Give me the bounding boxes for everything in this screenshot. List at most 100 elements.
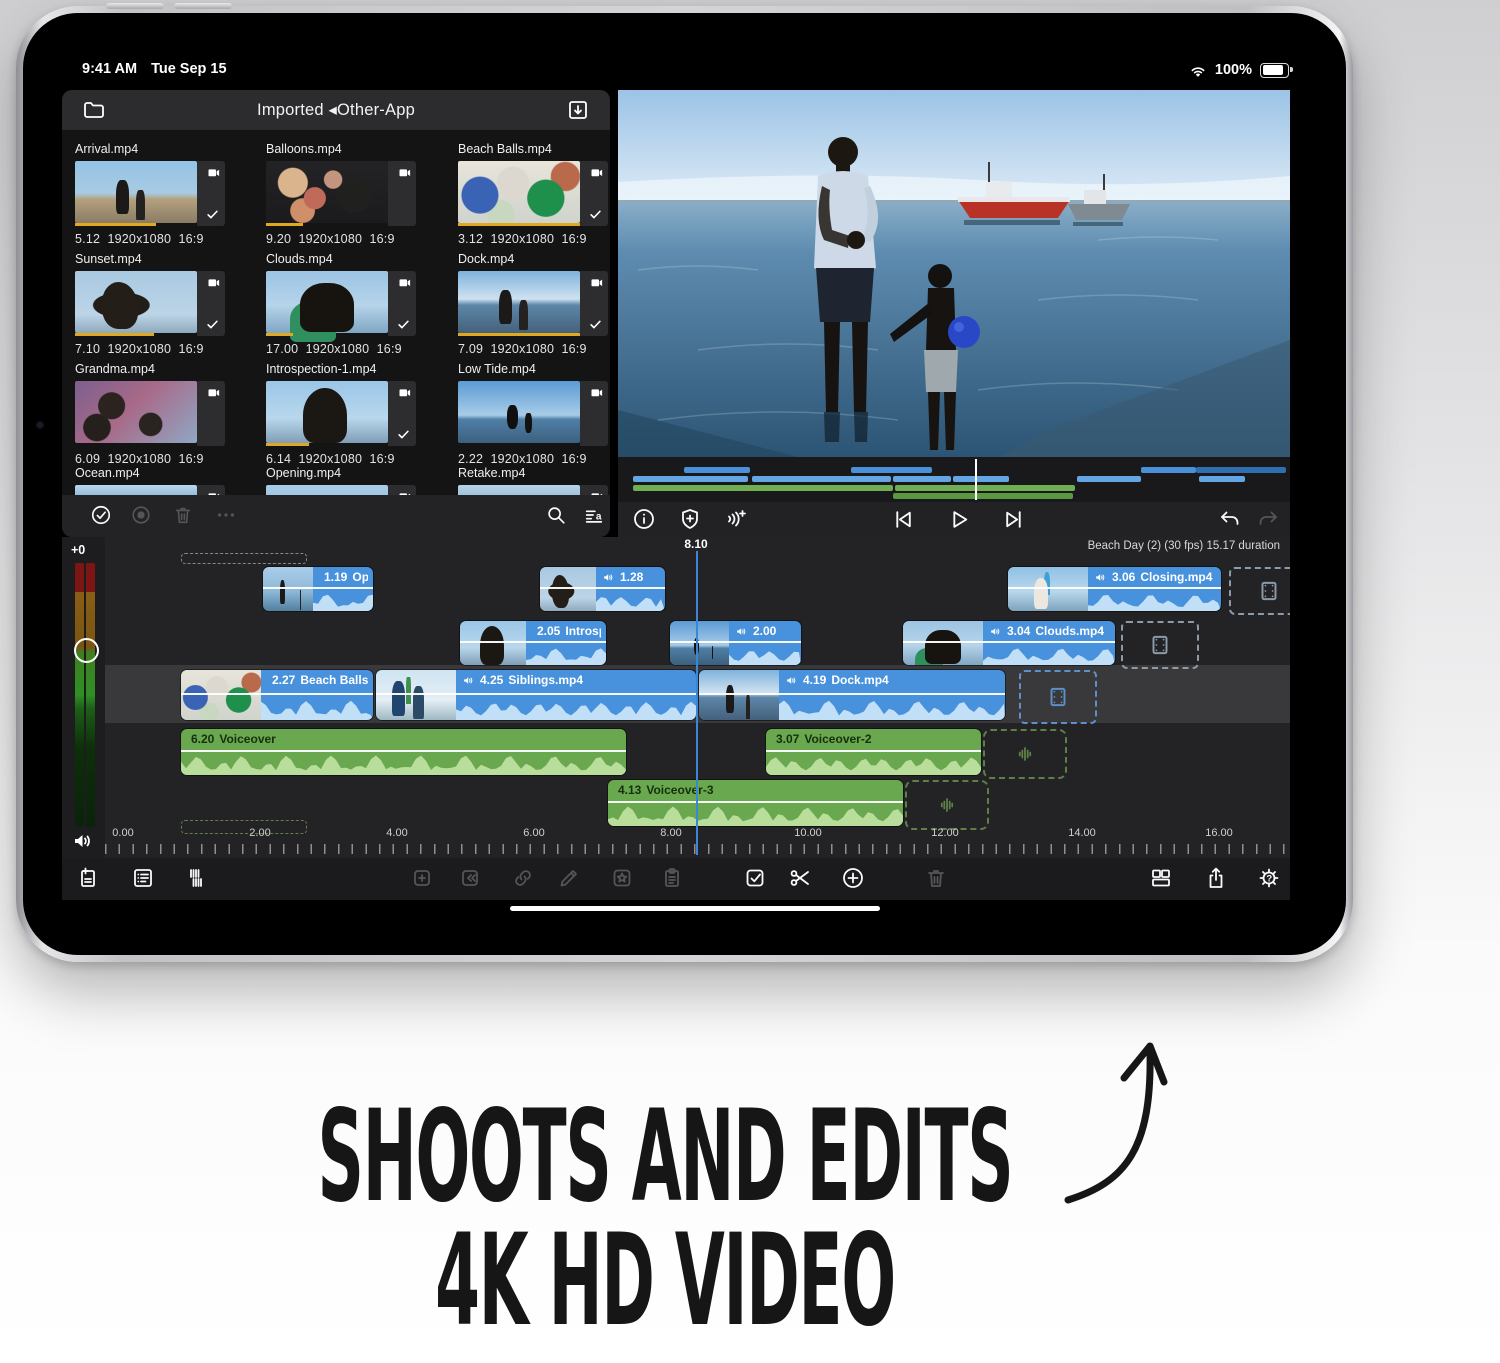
library-clip-balloons-mp4[interactable]: Balloons.mp4 9.20 1920x1080 16:9 [266, 142, 438, 246]
sort-button[interactable]: a [583, 504, 605, 526]
video-clip-clouds-mp4[interactable]: 3.04Clouds.mp4 [903, 621, 1115, 665]
clip-thumbnail[interactable] [266, 161, 388, 223]
share-button[interactable] [1204, 866, 1228, 890]
volume-line[interactable] [181, 693, 373, 695]
video-clip-introspection-1-mp4[interactable]: 2.05Introspection-1.mp4 [460, 621, 606, 665]
shield-plus-button[interactable] [678, 507, 702, 531]
video-clip-2-00[interactable]: 2.00 [670, 621, 801, 665]
volume-line[interactable] [670, 641, 801, 643]
wave-plus-button[interactable] [724, 507, 748, 531]
video-preview[interactable] [618, 90, 1290, 457]
pencil-button[interactable] [557, 866, 581, 890]
clip-thumbnail[interactable] [458, 161, 580, 223]
search-button[interactable] [545, 504, 567, 526]
clip-thumbnail[interactable] [458, 271, 580, 333]
scissors-button[interactable] [788, 866, 812, 890]
clip-thumbnail[interactable] [75, 485, 197, 495]
link-button[interactable] [511, 866, 535, 890]
library-clip-grandma-mp4[interactable]: Grandma.mp4 6.09 1920x1080 16:9 [75, 362, 247, 466]
layout-button[interactable] [1149, 866, 1173, 890]
library-clip-clouds-mp4[interactable]: Clouds.mp4 17.00 1920x1080 16:9 [266, 252, 438, 356]
clip-thumbnail[interactable] [266, 271, 388, 333]
record-button[interactable] [130, 504, 152, 526]
volume-line[interactable] [608, 801, 903, 803]
volume-line[interactable] [540, 587, 665, 589]
volume-line[interactable] [181, 750, 626, 752]
clip-placeholder[interactable] [983, 729, 1067, 779]
trash-button[interactable] [172, 504, 194, 526]
clip-name: Arrival.mp4 [75, 142, 247, 159]
clip-thumbnail [181, 670, 261, 720]
clip-thumbnail[interactable] [458, 381, 580, 443]
video-clip-opening-mp4[interactable]: 1.19Opening.mp4 [263, 567, 373, 611]
usage-indicator [458, 333, 580, 336]
clip-thumbnail[interactable] [75, 161, 197, 223]
media-badge-icon [397, 385, 412, 400]
video-clip-1-28[interactable]: 1.28 [540, 567, 665, 611]
insert-button[interactable] [410, 866, 434, 890]
clip-thumbnail[interactable] [266, 381, 388, 443]
volume-line[interactable] [699, 693, 1005, 695]
skip-forward-button[interactable] [1002, 507, 1027, 532]
audio-clip-voiceover[interactable]: 6.20Voiceover [181, 729, 626, 775]
clip-thumbnail[interactable] [75, 271, 197, 333]
library-clip-arrival-mp4[interactable]: Arrival.mp4 5.12 1920x1080 16:9 [75, 142, 247, 246]
list-view-button[interactable] [131, 866, 155, 890]
plus-circle-button[interactable] [841, 866, 865, 890]
play-button[interactable] [946, 507, 971, 532]
clip-placeholder[interactable] [1229, 567, 1290, 615]
volume-line[interactable] [376, 693, 696, 695]
library-clip-opening-mp4[interactable]: Opening.mp4 [266, 466, 438, 495]
clip-thumbnail[interactable] [266, 485, 388, 495]
clip-placeholder[interactable] [181, 553, 307, 564]
zoom-stripes-button[interactable] [185, 866, 209, 890]
more-button[interactable] [215, 504, 237, 526]
library-clip-sunset-mp4[interactable]: Sunset.mp4 7.10 1920x1080 16:9 [75, 252, 247, 356]
audio-clip-voiceover-3[interactable]: 4.13Voiceover-3 [608, 780, 903, 826]
clip-meta: 9.20 1920x1080 16:9 [266, 232, 438, 246]
speaker-icon[interactable] [71, 829, 95, 853]
clip-placeholder[interactable] [181, 820, 307, 834]
volume-line[interactable] [263, 587, 373, 589]
volume-line[interactable] [903, 641, 1115, 643]
timeline-overview[interactable] [618, 457, 1290, 502]
import-icon[interactable] [566, 98, 590, 122]
usage-indicator [458, 223, 580, 226]
library-clip-beach-balls-mp4[interactable]: Beach Balls.mp4 3.12 1920x1080 16:9 [458, 142, 610, 246]
library-clip-low-tide-mp4[interactable]: Low Tide.mp4 2.22 1920x1080 16:9 [458, 362, 610, 466]
clipboard-button[interactable] [660, 866, 684, 890]
video-clip-closing-mp4[interactable]: 3.06Closing.mp4 [1008, 567, 1221, 611]
playhead[interactable] [696, 551, 698, 855]
info-button[interactable] [632, 507, 656, 531]
clip-placeholder[interactable] [905, 780, 989, 830]
video-clip-siblings-mp4[interactable]: 4.25Siblings.mp4 [376, 670, 696, 720]
checkbox-button[interactable] [743, 866, 767, 890]
volume-line[interactable] [766, 750, 981, 752]
overview-playhead[interactable] [975, 459, 977, 500]
clip-thumbnail[interactable] [75, 381, 197, 443]
clip-thumbnail[interactable] [458, 485, 580, 495]
audio-clip-voiceover-2[interactable]: 3.07Voiceover-2 [766, 729, 981, 775]
gain-knob[interactable] [74, 638, 99, 663]
overwrite-button[interactable] [458, 866, 482, 890]
clip-placeholder[interactable] [1019, 670, 1097, 724]
home-indicator[interactable] [510, 906, 880, 911]
undo-button[interactable] [1218, 507, 1242, 531]
add-doc-button[interactable] [76, 866, 100, 890]
library-clip-retake-mp4[interactable]: Retake.mp4 [458, 466, 610, 495]
gear-help-button[interactable]: ? [1257, 866, 1281, 890]
library-clip-dock-mp4[interactable]: Dock.mp4 7.09 1920x1080 16:9 [458, 252, 610, 356]
library-clip-ocean-mp4[interactable]: Ocean.mp4 [75, 466, 247, 495]
skip-back-button[interactable] [890, 507, 915, 532]
video-clip-dock-mp4[interactable]: 4.19Dock.mp4 [699, 670, 1005, 720]
volume-line[interactable] [460, 641, 606, 643]
video-clip-beach-balls-mp4[interactable]: 2.27Beach Balls.mp4 [181, 670, 373, 720]
trash-button[interactable] [924, 866, 948, 890]
select-circle-button[interactable] [90, 504, 112, 526]
volume-line[interactable] [1008, 587, 1221, 589]
clip-placeholder[interactable] [1121, 621, 1199, 669]
library-clip-introspection-1-mp4[interactable]: Introspection-1.mp4 6.14 1920x1080 16:9 [266, 362, 438, 466]
library-title[interactable]: Imported ◂Other-App [62, 100, 610, 120]
star-box-button[interactable] [610, 866, 634, 890]
redo-button[interactable] [1256, 507, 1280, 531]
